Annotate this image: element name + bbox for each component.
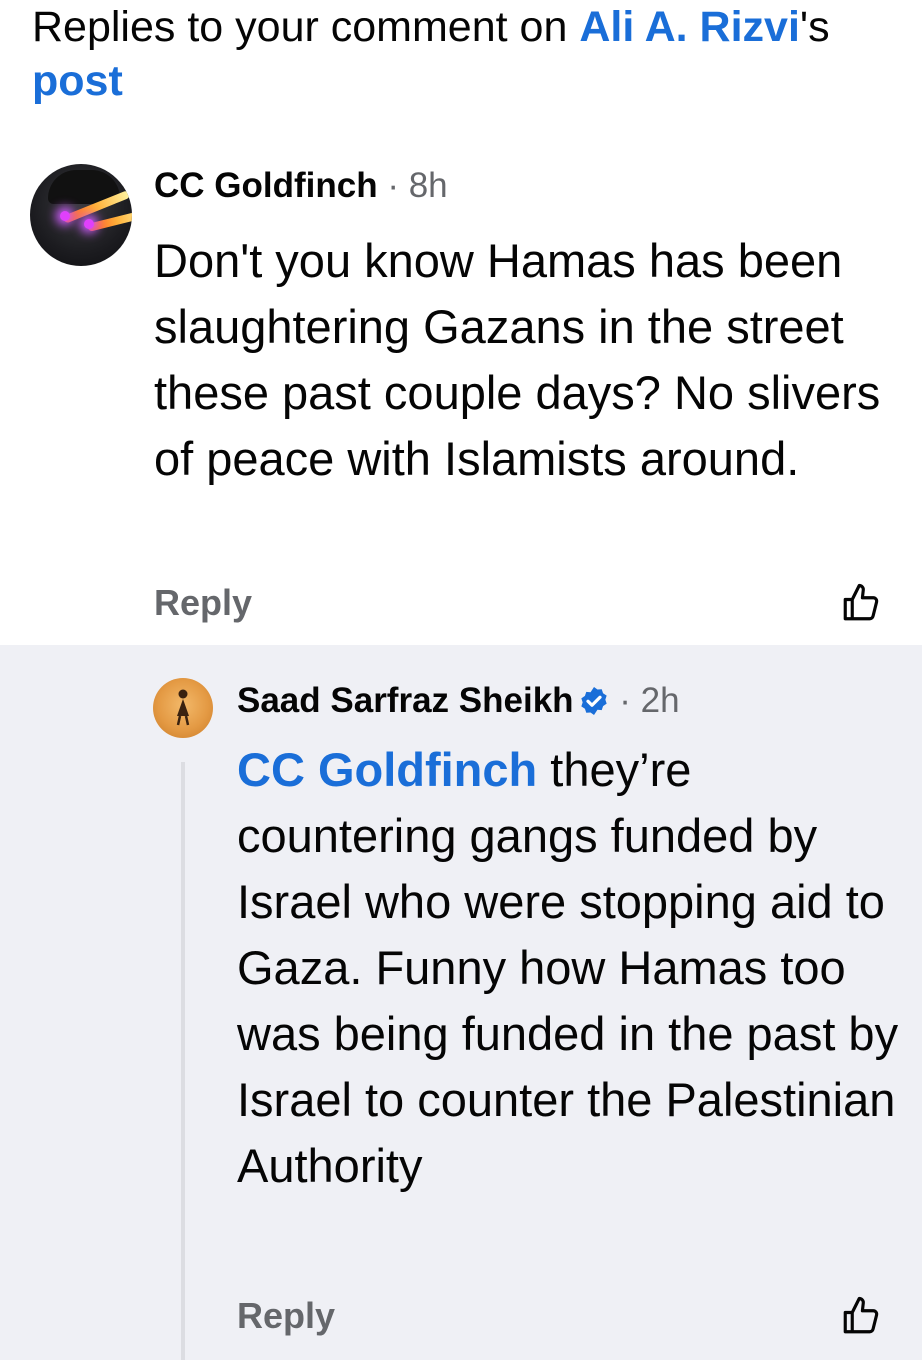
reply-author[interactable]: Saad Sarfraz Sheikh	[237, 681, 574, 720]
comment-timestamp[interactable]: 8h	[409, 166, 448, 205]
reply-button[interactable]: Reply	[154, 582, 252, 624]
reply-thread: Saad Sarfraz Sheikh · 2h CC Goldfinch th…	[0, 645, 922, 1360]
page-title: Replies to your comment on Ali A. Rizvi'…	[32, 0, 892, 108]
comment-author[interactable]: CC Goldfinch	[154, 166, 378, 205]
avatar-figure-shape	[176, 689, 190, 726]
thread-connector-line	[181, 762, 185, 1360]
post-author-link[interactable]: Ali A. Rizvi	[579, 3, 800, 51]
mention-link[interactable]: CC Goldfinch	[237, 743, 537, 796]
laser-beam-shape	[87, 209, 132, 232]
meta-separator: ·	[377, 166, 409, 205]
reply-timestamp[interactable]: 2h	[641, 681, 680, 720]
laser-eye-shape	[60, 211, 70, 221]
reply-button[interactable]: Reply	[237, 1295, 335, 1337]
notification-thread: Replies to your comment on Ali A. Rizvi'…	[0, 0, 922, 1360]
post-link[interactable]: post	[32, 57, 123, 105]
thumbs-up-icon[interactable]	[840, 1295, 882, 1337]
meta-separator: ·	[609, 681, 641, 720]
comment-header: CC Goldfinch · 8h	[154, 166, 448, 206]
reply-body: they’re countering gangs funded by Israe…	[237, 743, 899, 1192]
verified-badge-icon	[580, 687, 607, 715]
title-possessive: 's	[799, 3, 830, 51]
reply-header: Saad Sarfraz Sheikh · 2h	[237, 681, 680, 721]
comment: CC Goldfinch · 8h Don't you know Hamas h…	[0, 140, 922, 645]
laser-eye-shape	[84, 219, 94, 229]
thumbs-up-icon[interactable]	[840, 582, 882, 624]
title-prefix: Replies to your comment on	[32, 3, 580, 51]
reply-text: CC Goldfinch they’re countering gangs fu…	[237, 737, 907, 1199]
avatar[interactable]	[30, 164, 132, 266]
comment-text: Don't you know Hamas has been slaughteri…	[154, 234, 881, 485]
reply-avatar[interactable]	[153, 678, 213, 738]
